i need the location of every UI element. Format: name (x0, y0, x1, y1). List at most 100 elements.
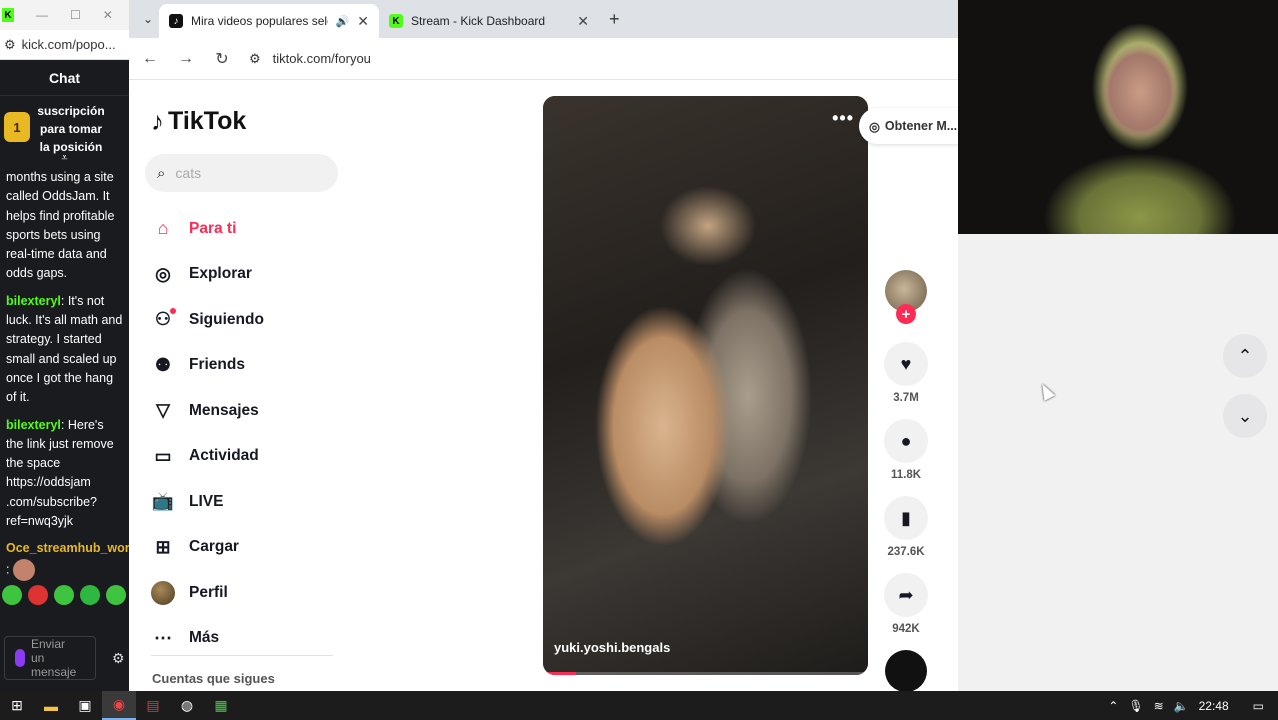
nav-item-friends[interactable]: ⚉ Friends (151, 343, 264, 389)
chat-username[interactable]: Oce_streamhub_wor (6, 541, 129, 555)
emote-bar (0, 583, 129, 607)
gear-icon[interactable]: ⚙ (112, 650, 125, 667)
like-button[interactable]: ♥ (884, 342, 928, 386)
app-icon[interactable]: ▣ (68, 691, 102, 720)
clock-time[interactable]: 22:48 (1199, 699, 1229, 713)
system-tray: ⌃ 🎙 ≋ 🔈 22:48 ▭ (1108, 699, 1278, 713)
emote-icon[interactable] (80, 584, 100, 605)
nav-item-explorar[interactable]: ◎ Explorar (151, 252, 264, 298)
mic-icon[interactable] (15, 649, 25, 667)
tiktok-icon: ♪ (151, 106, 164, 136)
back-icon[interactable]: ← (141, 50, 159, 68)
tab-tiktok[interactable]: ♪ Mira videos populares selec 🔊 ✕ (159, 4, 379, 38)
close-tab-icon[interactable]: ✕ (357, 13, 369, 30)
kick-address-bar[interactable]: ⚙ kick.com/popo... (0, 30, 129, 60)
maximize-icon[interactable]: ☐ (70, 8, 81, 22)
creator-avatar[interactable]: + (885, 270, 927, 324)
app-icon: ◎ (869, 119, 880, 134)
comment-icon: ● (900, 430, 912, 451)
subscription-text: suscripción para tomar la posición (37, 104, 105, 154)
more-options-icon[interactable]: ••• (832, 108, 854, 129)
tab-kick-dashboard[interactable]: K Stream - Kick Dashboard ✕ (379, 4, 599, 38)
next-video-button[interactable]: ⌄ (1223, 394, 1267, 438)
chat-username[interactable]: bilexteryl (6, 294, 61, 308)
more-icon: ⋯ (154, 627, 172, 648)
new-tab-icon[interactable]: + (609, 9, 620, 30)
inbox-icon: ▭ (154, 445, 172, 466)
speaker-icon[interactable]: 🔊 (336, 15, 350, 28)
profile-avatar (151, 580, 175, 605)
previous-video-button[interactable]: ⌃ (1223, 334, 1267, 378)
music-disc-icon[interactable] (885, 650, 927, 691)
minimize-icon[interactable]: — (36, 8, 48, 22)
expand-icon[interactable]: ⩡ (0, 152, 129, 168)
nav-item-siguiendo[interactable]: ⚇ Siguiendo (151, 297, 264, 343)
emote-icon[interactable] (54, 584, 74, 605)
emote-icon[interactable] (28, 584, 48, 605)
reload-icon[interactable]: ↻ (213, 49, 231, 69)
video-progress[interactable] (543, 672, 868, 675)
nav-item-live[interactable]: 📺 LIVE (151, 479, 264, 525)
video-actions: + ♥ 3.7M ● 11.8K ▮ 237.6K ➦ 942K (884, 270, 928, 691)
nav-item-mensajes[interactable]: ▽ Mensajes (151, 388, 264, 434)
emote-icon[interactable] (106, 584, 126, 605)
nav-item-perfil[interactable]: Perfil (151, 570, 264, 616)
kick-url-text: kick.com/popo... (21, 37, 116, 52)
upload-icon: ⊞ (155, 536, 171, 557)
comment-button[interactable]: ● (884, 419, 928, 463)
logo-text: TikTok (168, 107, 247, 135)
compass-icon: ◎ (155, 263, 171, 284)
windows-start-icon[interactable]: ⊞ (0, 691, 34, 720)
app-icon[interactable]: ▦ (204, 691, 238, 720)
chrome-icon[interactable]: ◉ (102, 691, 136, 720)
app-icon[interactable]: ▤ (136, 691, 170, 720)
chevron-up-icon: ⌃ (1237, 345, 1253, 366)
emote-icon (12, 558, 35, 581)
like-count: 3.7M (893, 392, 919, 404)
volume-icon[interactable]: 🔈 (1174, 699, 1189, 713)
url-field[interactable]: ⚙ tiktok.com/foryou (249, 51, 371, 67)
tiktok-logo[interactable]: ♪ TikTok (151, 106, 246, 137)
webcam-person (1030, 12, 1240, 234)
forward-icon[interactable]: → (177, 50, 195, 68)
send-icon: ▽ (156, 400, 170, 421)
obs-icon[interactable]: ◍ (170, 691, 204, 720)
nav-item-para-ti[interactable]: ⌂ Para ti (151, 206, 264, 252)
tab-search-icon[interactable]: ⌄ (137, 8, 159, 30)
site-settings-icon[interactable]: ⚙ (249, 51, 261, 67)
search-icon: ⌕ (157, 164, 166, 182)
nav-item-actividad[interactable]: ▭ Actividad (151, 434, 264, 480)
live-icon: 📺 (151, 491, 175, 512)
home-icon: ⌂ (157, 218, 169, 239)
chat-input[interactable]: Enviar un mensaje (4, 636, 96, 680)
close-icon[interactable]: ✕ (103, 8, 113, 22)
chat-messages: months using a site called OddsJam. It h… (0, 168, 129, 581)
share-button[interactable]: ➦ (884, 573, 928, 617)
close-tab-icon[interactable]: ✕ (577, 13, 589, 30)
save-button[interactable]: ▮ (884, 496, 928, 540)
chat-message: months using a site called OddsJam. It h… (6, 170, 115, 281)
mic-icon[interactable]: 🎙 (1128, 699, 1143, 713)
subscription-banner[interactable]: 1 suscripción para tomar la posición (0, 96, 129, 154)
tiktok-icon: ♪ (169, 14, 183, 28)
notification-icon[interactable]: ▭ (1253, 699, 1264, 713)
medal-icon: 1 (4, 112, 30, 142)
share-icon: ➦ (898, 584, 914, 605)
video-username[interactable]: yuki.yoshi.bengals (554, 640, 670, 655)
chat-message: bilexteryl: Here's the link just remove … (6, 417, 114, 529)
follow-plus-icon[interactable]: + (896, 304, 916, 324)
address-bar: ← → ↻ ⚙ tiktok.com/foryou (129, 38, 958, 80)
chevron-down-icon: ⌄ (1237, 405, 1253, 426)
divider (151, 655, 333, 656)
search-value: cats (175, 165, 202, 181)
emote-icon[interactable] (2, 584, 22, 605)
file-explorer-icon[interactable]: ▬ (34, 691, 68, 720)
site-settings-icon[interactable]: ⚙ (4, 37, 16, 53)
video-player[interactable]: ••• yuki.yoshi.bengals (543, 96, 868, 675)
nav-item-cargar[interactable]: ⊞ Cargar (151, 525, 264, 571)
chevron-up-icon[interactable]: ⌃ (1108, 699, 1118, 713)
chat-username[interactable]: bilexteryl (6, 418, 61, 432)
search-input[interactable]: ⌕ cats (145, 154, 338, 192)
wifi-icon[interactable]: ≋ (1154, 699, 1164, 713)
get-app-button[interactable]: ◎ Obtener M... (859, 108, 958, 144)
